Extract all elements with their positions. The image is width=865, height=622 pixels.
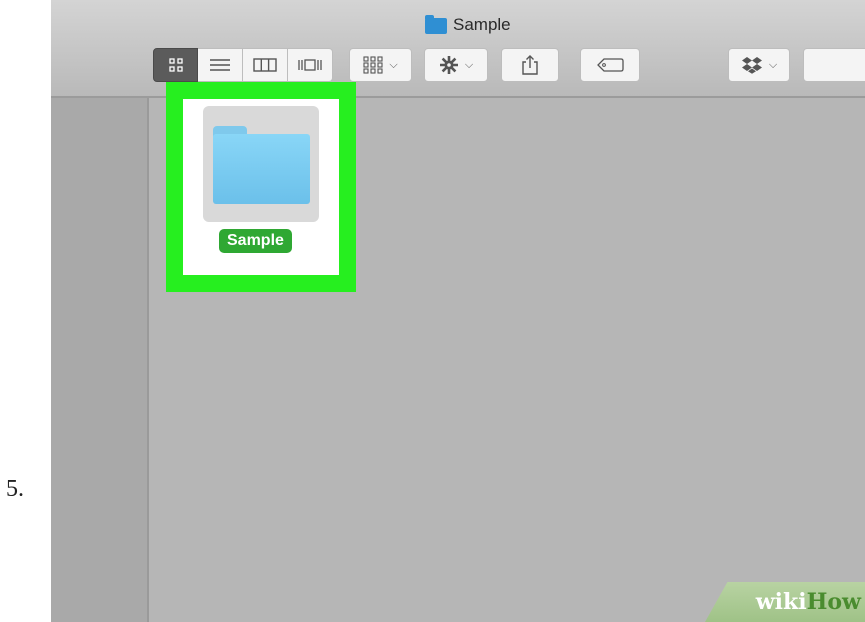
share-button[interactable] bbox=[501, 48, 559, 82]
folder-icon[interactable] bbox=[213, 126, 310, 206]
dropbox-icon bbox=[741, 57, 762, 74]
finder-window: Sample ⌵ ⌵ ⌵ Sample wiki How bbox=[51, 0, 865, 622]
cover-flow-button[interactable] bbox=[288, 48, 333, 82]
dropbox-button[interactable]: ⌵ bbox=[728, 48, 790, 82]
tag-button[interactable] bbox=[580, 48, 640, 82]
list-view-button[interactable] bbox=[198, 48, 243, 82]
window-title: Sample bbox=[425, 14, 511, 36]
arrange-icon bbox=[363, 56, 383, 74]
grid-icon bbox=[168, 58, 183, 72]
chevron-down-icon: ⌵ bbox=[464, 58, 474, 71]
search-field[interactable] bbox=[803, 48, 865, 82]
column-view-button[interactable] bbox=[243, 48, 288, 82]
chevron-down-icon: ⌵ bbox=[768, 58, 778, 71]
step-number: 5. bbox=[6, 476, 24, 502]
wikihow-watermark: wiki How bbox=[705, 582, 865, 622]
share-icon bbox=[522, 55, 538, 75]
cover-flow-icon bbox=[298, 59, 322, 71]
list-icon bbox=[210, 59, 230, 71]
tag-icon bbox=[597, 58, 624, 72]
sidebar bbox=[51, 98, 149, 622]
action-button[interactable]: ⌵ bbox=[424, 48, 488, 82]
watermark-how: How bbox=[806, 589, 861, 615]
title-folder-icon bbox=[425, 15, 447, 34]
arrange-button[interactable]: ⌵ bbox=[349, 48, 412, 82]
folder-icon-selection bbox=[203, 106, 319, 222]
icon-view-button[interactable] bbox=[153, 48, 198, 82]
gear-icon bbox=[439, 56, 458, 74]
selection-highlight: Sample bbox=[166, 82, 356, 292]
folder-item[interactable]: Sample bbox=[183, 99, 339, 275]
watermark-wiki: wiki bbox=[755, 589, 807, 615]
columns-icon bbox=[253, 58, 277, 72]
window-title-text: Sample bbox=[453, 15, 511, 34]
view-mode-control bbox=[153, 48, 333, 82]
chevron-down-icon: ⌵ bbox=[389, 58, 398, 71]
folder-label[interactable]: Sample bbox=[219, 229, 292, 253]
